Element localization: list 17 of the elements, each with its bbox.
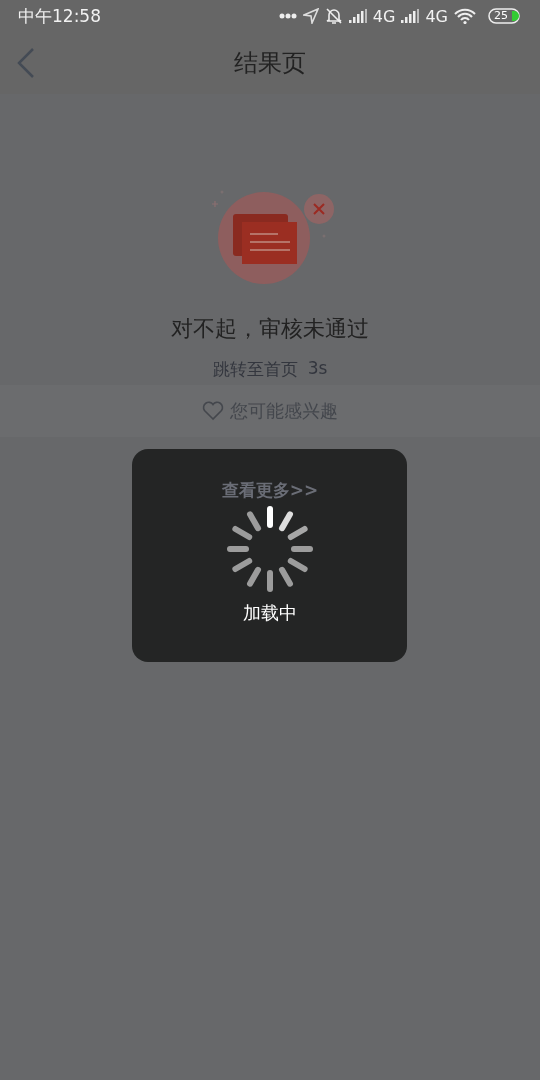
status-time: 中午12:58 — [18, 4, 101, 28]
signal-icon — [401, 9, 420, 23]
battery-level: 25 — [494, 10, 508, 22]
loading-text: 加载中 — [242, 601, 297, 625]
back-icon[interactable] — [16, 48, 36, 78]
location-icon — [302, 8, 319, 24]
signal-icon — [348, 9, 367, 23]
network-type: 4G — [425, 6, 448, 26]
view-more-link[interactable]: 查看更多>> — [221, 479, 319, 502]
wifi-icon — [454, 8, 476, 24]
more-icon — [278, 13, 297, 19]
network-type: 4G — [372, 6, 396, 26]
muted-bell-icon — [324, 7, 343, 25]
result-title: 对不起，审核未通过 — [171, 315, 369, 343]
battery-icon — [488, 8, 522, 24]
page-title: 结果页 — [234, 48, 306, 79]
heart-icon — [202, 401, 224, 421]
